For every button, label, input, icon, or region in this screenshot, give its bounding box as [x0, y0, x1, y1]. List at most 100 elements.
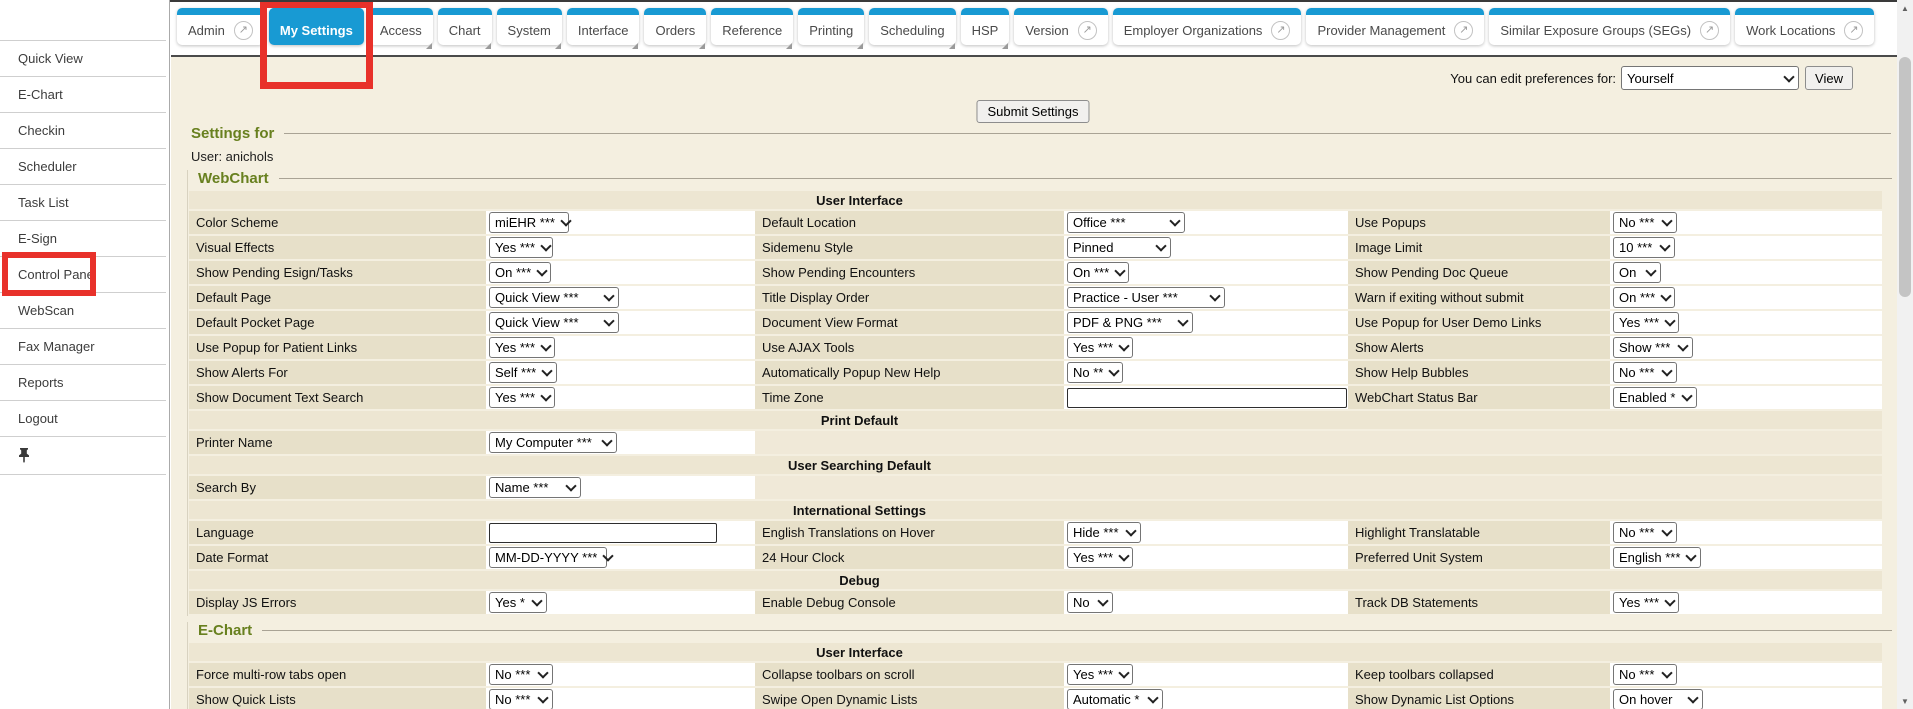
tab-my-settings[interactable]: My Settings: [269, 8, 364, 45]
sidebar-item-e-sign[interactable]: E-Sign: [0, 221, 166, 257]
show-pending-encounters-select[interactable]: On ***: [1067, 262, 1129, 283]
tab-label: Chart: [449, 23, 481, 38]
sidebar-item-task-list[interactable]: Task List: [0, 185, 166, 221]
sidebar-pin-toggle[interactable]: [0, 437, 166, 475]
tab-interface[interactable]: Interface: [567, 8, 640, 45]
help-icon[interactable]: ↗: [1844, 21, 1863, 40]
sidebar-item-scheduler[interactable]: Scheduler: [0, 149, 166, 185]
help-icon[interactable]: ↗: [1700, 21, 1719, 40]
select-value: Yes *: [495, 595, 525, 610]
force-multi-row-tabs-open-select[interactable]: No ***: [489, 664, 553, 685]
highlight-translatable-select[interactable]: No ***: [1613, 522, 1677, 543]
show-dynamic-list-options-select[interactable]: On hover: [1613, 689, 1703, 709]
color-scheme-select[interactable]: miEHR ***: [489, 212, 569, 233]
chevron-down-icon: [1118, 340, 1129, 351]
section-title-e-chart: E-Chart: [198, 622, 1892, 639]
warn-if-exiting-without-submit-select[interactable]: On ***: [1613, 287, 1675, 308]
tab-work-locations[interactable]: Work Locations↗: [1735, 8, 1874, 45]
view-button[interactable]: View: [1805, 66, 1853, 90]
document-view-format-select[interactable]: PDF & PNG ***: [1067, 312, 1193, 333]
show-alerts-select[interactable]: Show ***: [1613, 337, 1693, 358]
display-js-errors-select[interactable]: Yes *: [489, 592, 547, 613]
scrollbar-thumb[interactable]: [1899, 57, 1911, 297]
help-icon[interactable]: ↗: [1271, 21, 1290, 40]
show-document-text-search-select[interactable]: Yes ***: [489, 387, 555, 408]
use-ajax-tools-select[interactable]: Yes ***: [1067, 337, 1133, 358]
sidebar-item-quick-view[interactable]: Quick View: [0, 41, 166, 77]
help-icon[interactable]: ↗: [1078, 21, 1097, 40]
sidebar-item-reports[interactable]: Reports: [0, 365, 166, 401]
keep-toolbars-collapsed-select[interactable]: No ***: [1613, 664, 1677, 685]
tab-hsp[interactable]: HSP: [961, 8, 1010, 45]
use-popup-for-patient-links-cell: Yes ***: [486, 336, 755, 361]
chevron-down-icon: [1687, 692, 1698, 703]
setting-row: Use Popup for Patient LinksYes ***Use AJ…: [189, 336, 1882, 361]
24-hour-clock-select[interactable]: Yes ***: [1067, 547, 1133, 568]
track-db-statements-select[interactable]: Yes ***: [1613, 592, 1679, 613]
sidebar-item-control-panel[interactable]: Control Panel: [0, 257, 166, 293]
sidebar-item-webscan[interactable]: WebScan: [0, 293, 166, 329]
vertical-scrollbar[interactable]: ▲ ▼: [1897, 0, 1913, 709]
default-pocket-page-select[interactable]: Quick View ***: [489, 312, 619, 333]
tab-reference[interactable]: Reference: [711, 8, 793, 45]
setting-row: Date FormatMM-DD-YYYY ***24 Hour ClockYe…: [189, 546, 1882, 571]
display-js-errors-label: Display JS Errors: [189, 591, 486, 616]
select-value: On ***: [1619, 290, 1655, 305]
tab-label: Admin: [188, 23, 225, 38]
use-popup-for-patient-links-select[interactable]: Yes ***: [489, 337, 555, 358]
show-alerts-for-select[interactable]: Self ***: [489, 362, 557, 383]
tab-provider-management[interactable]: Provider Management↗: [1306, 8, 1484, 45]
collapse-toolbars-on-scroll-select[interactable]: Yes ***: [1067, 664, 1133, 685]
show-quick-lists-select[interactable]: No ***: [489, 689, 553, 709]
visual-effects-select[interactable]: Yes ***: [489, 237, 553, 258]
keep-toolbars-collapsed-cell: No ***: [1610, 663, 1882, 688]
tab-system[interactable]: System: [497, 8, 562, 45]
date-format-select[interactable]: MM-DD-YYYY ***: [489, 547, 607, 568]
tab-label: Employer Organizations: [1124, 23, 1263, 38]
submit-settings-button[interactable]: Submit Settings: [976, 100, 1089, 123]
search-by-select[interactable]: Name ***: [489, 477, 581, 498]
help-icon[interactable]: ↗: [1454, 21, 1473, 40]
help-icon[interactable]: ↗: [234, 21, 253, 40]
language-input[interactable]: [489, 523, 717, 543]
default-location-select[interactable]: Office ***: [1067, 212, 1185, 233]
pushpin-icon: [18, 448, 30, 463]
english-translations-on-hover-select[interactable]: Hide ***: [1067, 522, 1141, 543]
enable-debug-console-select[interactable]: No: [1067, 592, 1113, 613]
scroll-down-arrow[interactable]: ▼: [1897, 693, 1913, 709]
show-pending-doc-queue-select[interactable]: On: [1613, 262, 1661, 283]
use-popup-for-user-demo-links-select[interactable]: Yes ***: [1613, 312, 1679, 333]
tab-similar-exposure-groups-segs[interactable]: Similar Exposure Groups (SEGs)↗: [1489, 8, 1730, 45]
swipe-open-dynamic-lists-select[interactable]: Automatic *: [1067, 689, 1163, 709]
use-popups-cell: No ***: [1610, 211, 1882, 236]
tab-employer-organizations[interactable]: Employer Organizations ↗: [1113, 8, 1302, 45]
preferences-user-select[interactable]: Yourself: [1621, 66, 1799, 90]
tab-version[interactable]: Version↗: [1014, 8, 1107, 45]
sidebar-item-e-chart[interactable]: E-Chart: [0, 77, 166, 113]
printer-name-select[interactable]: My Computer ***: [489, 432, 617, 453]
sidebar-item-fax-manager[interactable]: Fax Manager: [0, 329, 166, 365]
tab-chart[interactable]: Chart: [438, 8, 492, 45]
scroll-up-arrow[interactable]: ▲: [1897, 0, 1913, 16]
title-display-order-select[interactable]: Practice - User ***: [1067, 287, 1225, 308]
sidemenu-style-select[interactable]: Pinned: [1067, 237, 1171, 258]
tab-orders[interactable]: Orders: [644, 8, 706, 45]
use-popup-for-user-demo-links-cell: Yes ***: [1610, 311, 1882, 336]
default-page-select[interactable]: Quick View ***: [489, 287, 619, 308]
tab-access[interactable]: Access: [369, 8, 433, 45]
tab-printing[interactable]: Printing: [798, 8, 864, 45]
webchart-status-bar-select[interactable]: Enabled *: [1613, 387, 1697, 408]
automatically-popup-new-help-select[interactable]: No **: [1067, 362, 1123, 383]
image-limit-select[interactable]: 10 ***: [1613, 237, 1675, 258]
tab-admin[interactable]: Admin ↗: [177, 8, 264, 45]
show-help-bubbles-select[interactable]: No ***: [1613, 362, 1677, 383]
show-pending-esign-tasks-select[interactable]: On ***: [489, 262, 551, 283]
preferred-unit-system-select[interactable]: English ***: [1613, 547, 1701, 568]
sidebar-item-logout[interactable]: Logout: [0, 401, 166, 437]
use-popups-select[interactable]: No ***: [1613, 212, 1677, 233]
show-quick-lists-label: Show Quick Lists: [189, 688, 486, 709]
sidebar-item-checkin[interactable]: Checkin: [0, 113, 166, 149]
preferred-unit-system-cell: English ***: [1610, 546, 1882, 571]
tab-scheduling[interactable]: Scheduling: [869, 8, 955, 45]
time-zone-input[interactable]: [1067, 388, 1347, 408]
